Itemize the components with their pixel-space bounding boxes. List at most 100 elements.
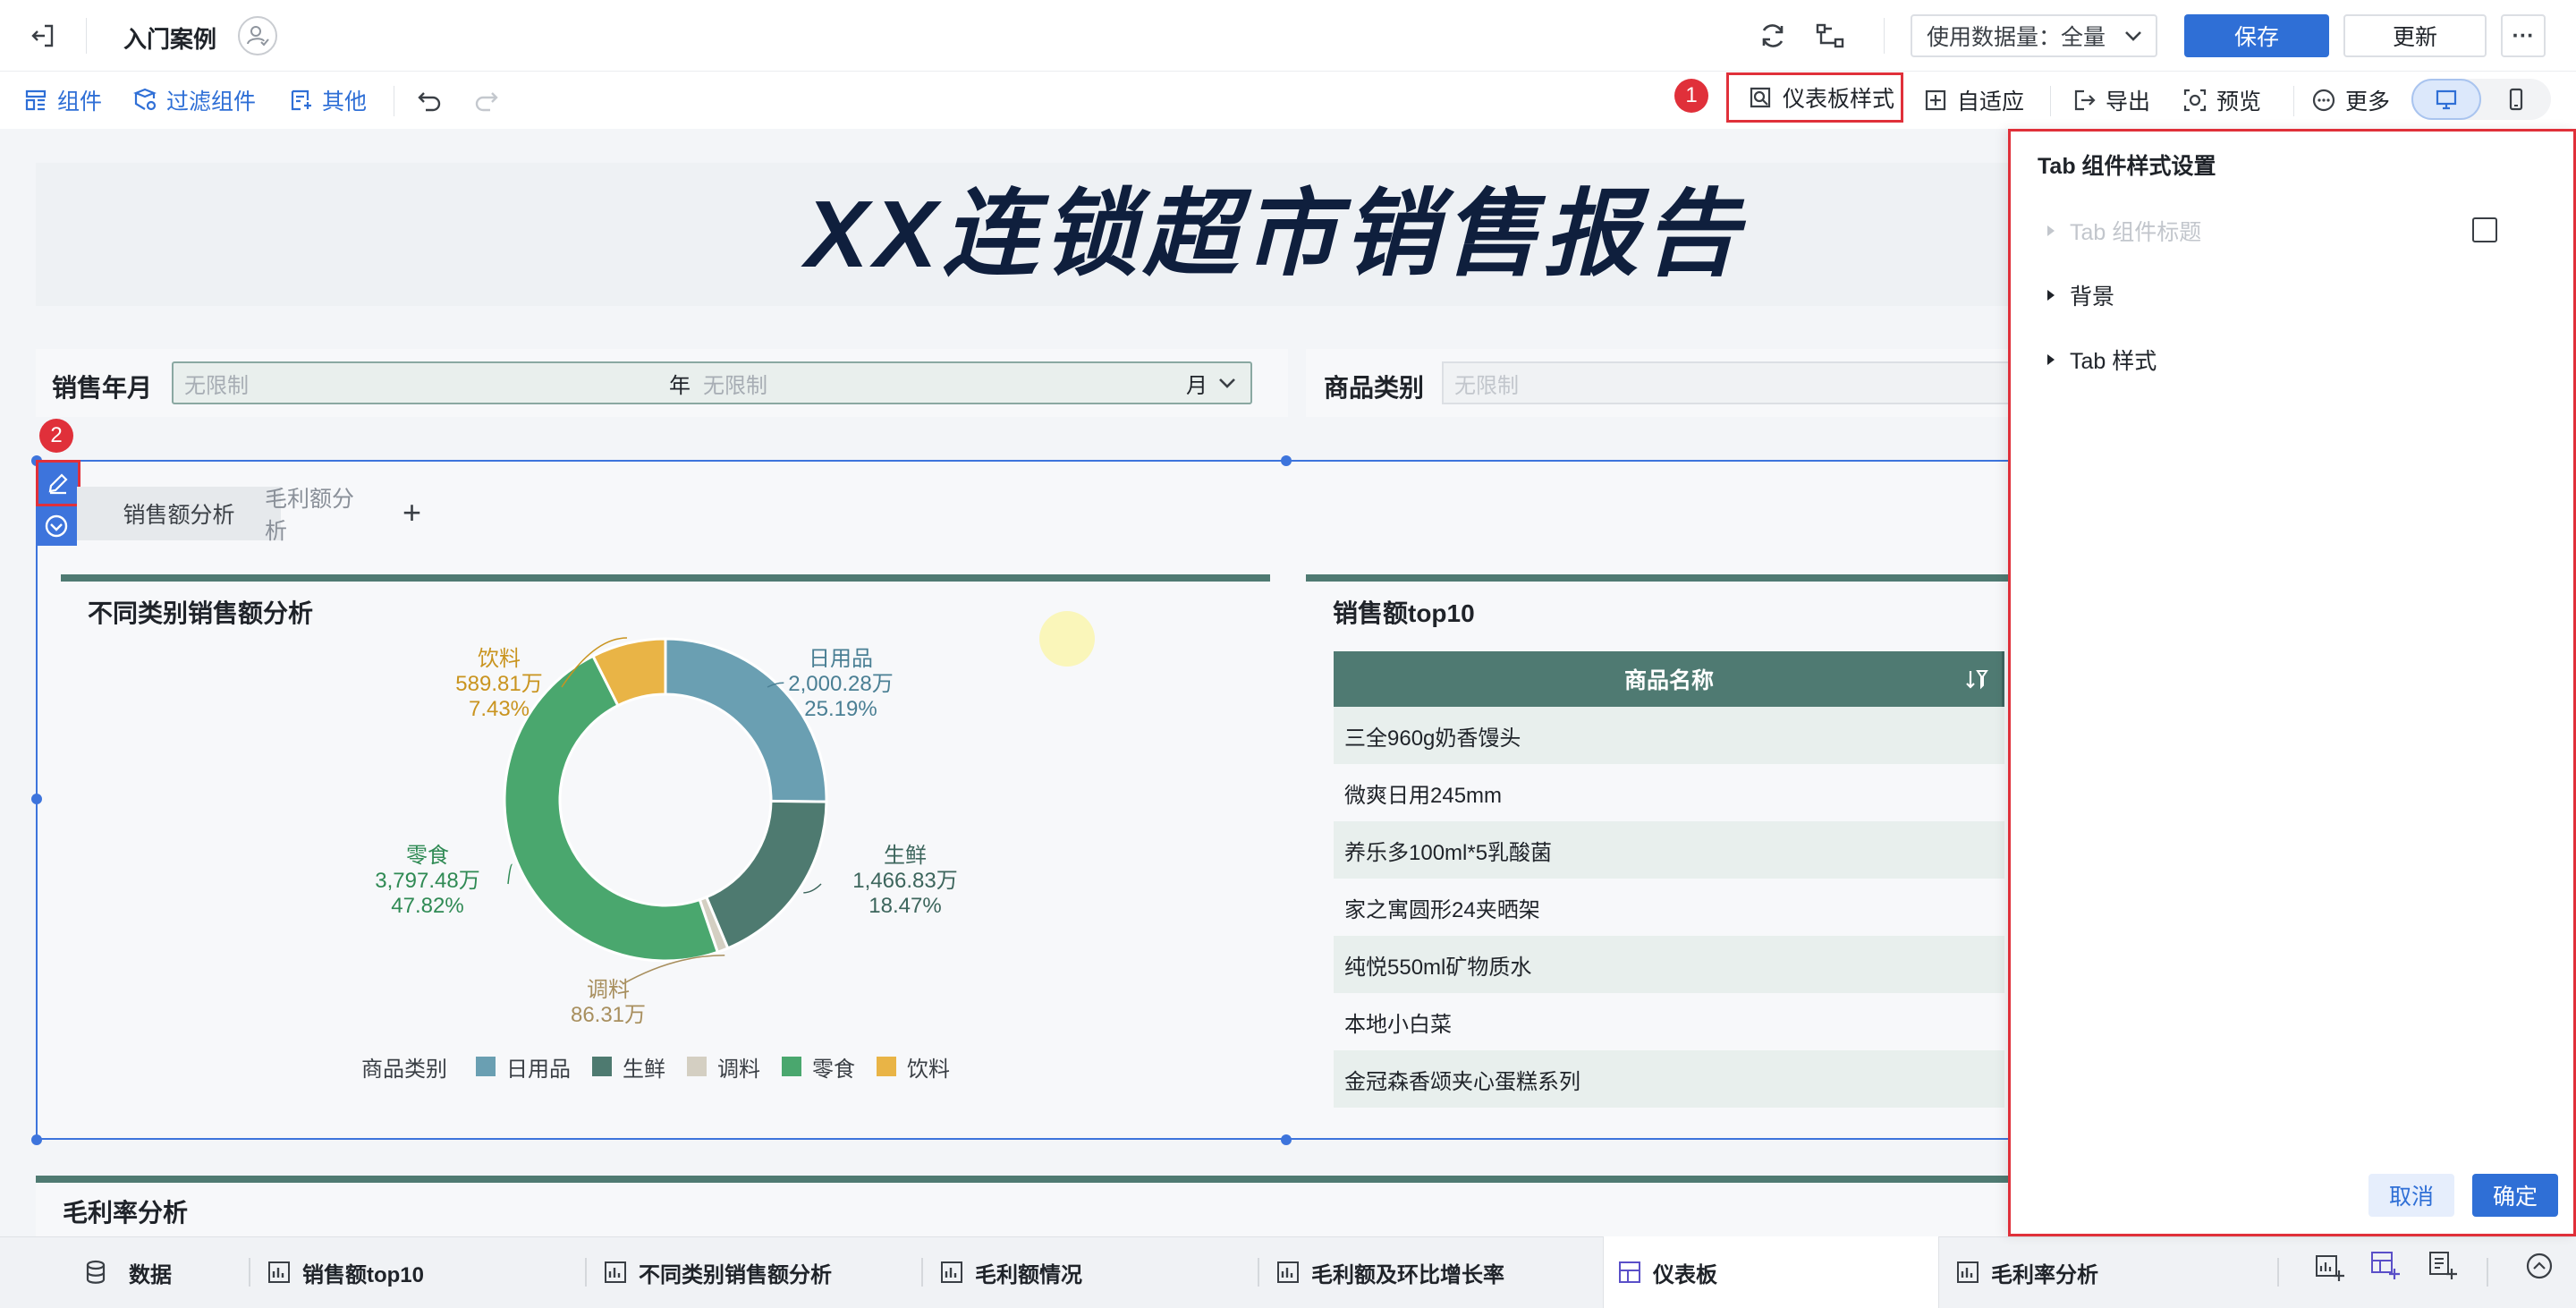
checkbox-icon[interactable] (2472, 217, 2497, 242)
year-input[interactable]: 无限制 (184, 368, 249, 399)
preview-label: 预览 (2216, 89, 2262, 115)
exit-icon[interactable] (27, 20, 59, 52)
table-row[interactable]: 本地小白菜 (1334, 993, 2004, 1050)
tab-gross-profit-analysis[interactable]: 毛利额分析 (265, 487, 372, 544)
resize-handle-ml[interactable] (31, 794, 42, 804)
table-row[interactable]: 微爽日用245mm (1334, 764, 2004, 821)
desktop-icon[interactable] (2411, 79, 2481, 120)
data-usage-select[interactable]: 使用数据量： 全量 (1911, 14, 2157, 57)
category-filter[interactable]: 无限制 (1442, 361, 2014, 404)
bottom-tab-dashboard[interactable]: 仪表板 (1617, 1236, 1717, 1308)
relation-icon[interactable] (1812, 18, 1848, 54)
more-button[interactable]: 更多 (2311, 72, 2390, 129)
edit-icon[interactable] (36, 460, 80, 506)
donut-slice-fresh[interactable] (704, 799, 828, 950)
resize-handle-tm[interactable] (1281, 455, 1292, 466)
section-background-label: 背景 (2070, 285, 2115, 310)
adaptive-icon (1923, 88, 1948, 113)
filter-component-icon (132, 88, 157, 113)
save-button[interactable]: 保存 (2184, 14, 2329, 57)
chevron-down-icon (2122, 24, 2145, 47)
database-icon (82, 1259, 109, 1286)
tab-sales-analysis-label: 销售额分析 (123, 503, 235, 528)
donut-label-fresh-value: 1,466.83万 (852, 869, 957, 893)
bottom-tab-gross-profit-label: 毛利额情况 (975, 1262, 1082, 1287)
dashboard-style-label: 仪表板样式 (1783, 87, 1895, 112)
bottom-divider (2487, 1258, 2488, 1287)
table-header[interactable]: 商品名称 (1334, 651, 2004, 707)
caret-right-icon (2045, 223, 2057, 239)
more-menu-button[interactable]: ··· (2501, 14, 2546, 57)
legend-swatch-snack (782, 1057, 801, 1076)
collapse-icon[interactable] (36, 506, 77, 546)
add-tab-button[interactable]: + (402, 494, 421, 531)
legend-item-daily[interactable]: 日用品 (506, 1051, 571, 1083)
user-check-icon[interactable] (238, 16, 277, 55)
chevron-down-icon[interactable] (1215, 370, 1240, 395)
table-row[interactable]: 金冠森香颂夹心蛋糕系列 (1334, 1050, 2004, 1108)
table-row[interactable]: 纯悦550ml矿物质水 (1334, 936, 2004, 993)
section-tab-title[interactable]: Tab 组件标题 (2045, 213, 2201, 249)
bottom-tab-top10[interactable]: 销售额top10 (267, 1236, 424, 1308)
legend-item-drink[interactable]: 饮料 (907, 1051, 950, 1083)
preview-button[interactable]: 预览 (2182, 72, 2261, 129)
redo-icon[interactable] (470, 84, 503, 116)
donut-label-snack-name: 零食 (406, 844, 449, 868)
mobile-icon[interactable] (2481, 79, 2551, 120)
adaptive-button[interactable]: 自适应 (1923, 72, 2024, 129)
panel-title: Tab 组件样式设置 (2038, 154, 2216, 179)
section-tab-style[interactable]: Tab 样式 (2045, 342, 2157, 378)
year-month-filter[interactable]: 无限制 年 无限制 月 (172, 361, 1252, 404)
legend-swatch-fresh (592, 1057, 612, 1076)
update-button[interactable]: 更新 (2343, 14, 2487, 57)
toolbar-divider-3 (2293, 86, 2294, 116)
other-icon (288, 88, 313, 113)
export-icon (2072, 88, 2097, 113)
section-background[interactable]: 背景 (2045, 277, 2114, 313)
month-input[interactable]: 无限制 (703, 368, 767, 399)
data-tab[interactable]: 数据 (82, 1236, 172, 1308)
legend-title: 商品类别 (361, 1057, 447, 1082)
expand-up-icon[interactable] (2524, 1251, 2555, 1281)
confirm-button[interactable]: 确定 (2472, 1174, 2558, 1217)
donut-leader-fresh (803, 883, 822, 894)
legend-item-fresh[interactable]: 生鲜 (623, 1051, 665, 1083)
cancel-button[interactable]: 取消 (2368, 1174, 2454, 1217)
legend-item-seasoning[interactable]: 调料 (717, 1051, 760, 1083)
table-row[interactable]: 养乐多100ml*5乳酸菌 (1334, 821, 2004, 879)
add-report-icon[interactable] (2426, 1249, 2458, 1281)
legend-swatch-drink (877, 1057, 896, 1076)
table-row[interactable]: 三全960g奶香馒头 (1334, 707, 2004, 764)
donut-slice-daily[interactable] (664, 637, 828, 803)
refresh-icon[interactable] (1755, 18, 1791, 54)
donut-label-seasoning-value: 86.31万 (571, 1003, 646, 1027)
step-marker-2: 2 (39, 419, 73, 453)
sort-icon[interactable] (1963, 666, 1990, 692)
add-chart-icon[interactable] (2313, 1251, 2345, 1283)
chart-icon (1275, 1260, 1301, 1285)
tab-sales-analysis[interactable]: 销售额分析 (77, 487, 281, 540)
resize-handle-bm[interactable] (1281, 1134, 1292, 1145)
dashboard-style-button[interactable]: 仪表板样式 (1726, 72, 1903, 123)
undo-icon[interactable] (413, 84, 445, 116)
legend-item-snack[interactable]: 零食 (812, 1051, 855, 1083)
donut-leader-snack (507, 863, 513, 885)
other-button[interactable]: 其他 (288, 72, 367, 129)
table-row[interactable]: 家之寓圆形24夹晒架 (1334, 879, 2004, 936)
other-label: 其他 (322, 89, 368, 115)
bottom-tab-gross-profit-growth[interactable]: 毛利额及环比增长率 (1275, 1236, 1504, 1308)
component-button[interactable]: 组件 (23, 72, 102, 129)
chart-icon (939, 1260, 964, 1285)
export-button[interactable]: 导出 (2072, 72, 2150, 129)
donut-slice-snack[interactable] (503, 654, 720, 963)
step-marker-2-text: 2 (50, 423, 63, 447)
bottom-tab-gross-profit[interactable]: 毛利额情况 (939, 1236, 1082, 1308)
filter-component-button[interactable]: 过滤组件 (132, 72, 256, 129)
bottom-tab-category-sales[interactable]: 不同类别销售额分析 (603, 1236, 832, 1308)
sales-month-label: 销售年月 (52, 374, 153, 402)
bottom-tab-gross-margin[interactable]: 毛利率分析 (1955, 1236, 2098, 1308)
add-dashboard-icon[interactable] (2368, 1249, 2401, 1281)
resize-handle-bl[interactable] (31, 1134, 42, 1145)
gross-margin-widget[interactable] (36, 1176, 2012, 1236)
column-header-product: 商品名称 (1623, 668, 1714, 693)
